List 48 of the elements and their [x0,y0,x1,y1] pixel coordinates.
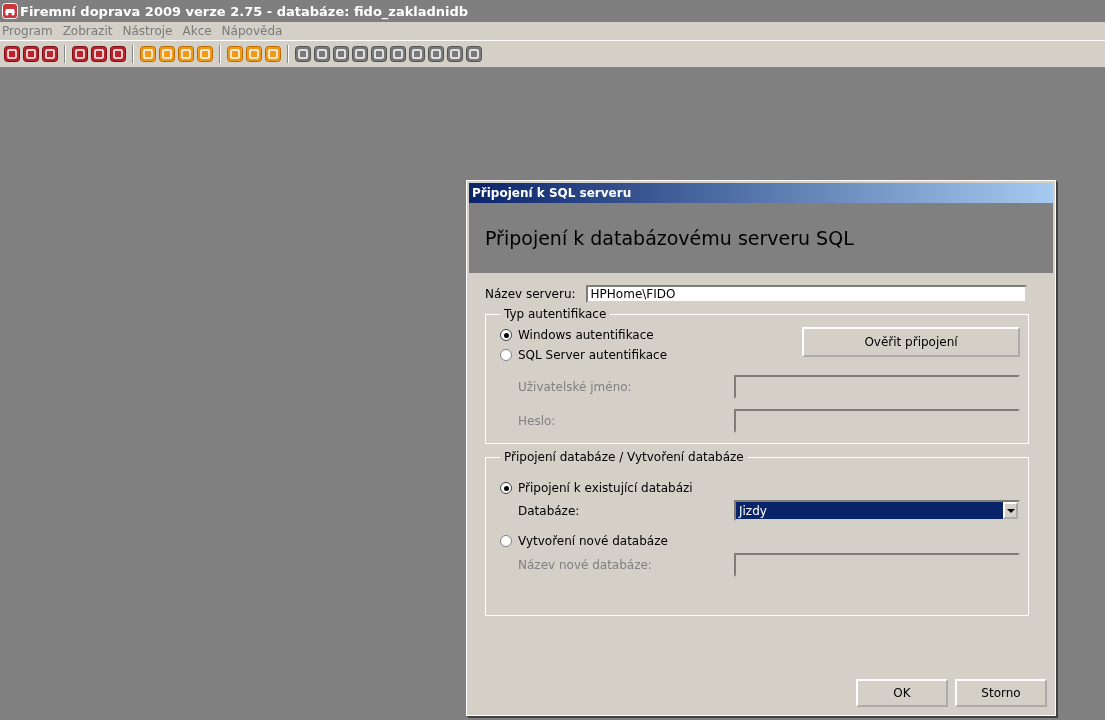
field-label: Uživatelské jméno: [518,380,632,394]
radio-button[interactable] [500,349,512,361]
toolbar-button-icon[interactable] [447,46,463,62]
toolbar-button-icon[interactable] [390,46,406,62]
toolbar-button-icon[interactable] [333,46,349,62]
radio-label[interactable]: SQL Server autentifikace [518,348,668,362]
toolbar-button-icon[interactable] [4,46,20,62]
toolbar-button-icon[interactable] [140,46,156,62]
radio-label[interactable]: Vytvoření nové databáze [518,534,668,548]
car-icon [2,3,18,19]
toolbar-button-icon[interactable] [352,46,368,62]
toolbar-button-icon[interactable] [246,46,262,62]
toolbar-button-icon[interactable] [72,46,88,62]
group-legend: Typ autentifikace [500,307,611,321]
toolbar-button-icon[interactable] [371,46,387,62]
toolbar-button-icon[interactable] [110,46,126,62]
toolbar-button-icon[interactable] [23,46,39,62]
verify-connection-button[interactable]: Ověřit připojení [802,327,1020,357]
toolbar-button-icon[interactable] [42,46,58,62]
toolbar-button-icon[interactable] [428,46,444,62]
radio-label[interactable]: Připojení k existující databázi [518,481,693,495]
dialog-button[interactable]: OK [856,679,948,707]
radio-button[interactable] [500,482,512,494]
server-name-field[interactable]: HPHome\FIDO [585,285,1027,303]
toolbar-button-icon[interactable] [159,46,175,62]
dialog-button[interactable]: Storno [955,679,1047,707]
field-label: Databáze: [518,503,580,518]
toolbar-button-icon[interactable] [409,46,425,62]
toolbar-button-icon[interactable] [314,46,330,62]
field-label: Název serveru: [485,287,576,301]
toolbar-button-icon[interactable] [466,46,482,62]
toolbar-button-icon[interactable] [178,46,194,62]
window-title: Firemní doprava 2009 verze 2.75 - databáze: fido_zakladnidb [20,3,469,19]
toolbar-button-icon[interactable] [91,46,107,62]
toolbar-button-icon[interactable] [227,46,243,62]
radio-button[interactable] [500,535,512,547]
group-legend: Připojení databáze / Vytvoření databáze [500,450,748,464]
field-label: Heslo: [518,414,556,428]
radio-label[interactable]: Windows autentifikace [518,328,654,342]
toolbar-button-icon[interactable] [265,46,281,62]
radio-button[interactable] [500,329,512,341]
database-dropdown[interactable]: Jizdy [734,500,1020,521]
dialog-title: Připojení k SQL serveru [469,183,1053,203]
toolbar-button-icon[interactable] [197,46,213,62]
dropdown-arrow-icon [1006,508,1015,513]
toolbar-button-icon[interactable] [295,46,311,62]
field-label: Název nové databáze: [518,558,652,572]
dialog-header: Připojení k databázovému serveru SQL [469,203,1053,273]
